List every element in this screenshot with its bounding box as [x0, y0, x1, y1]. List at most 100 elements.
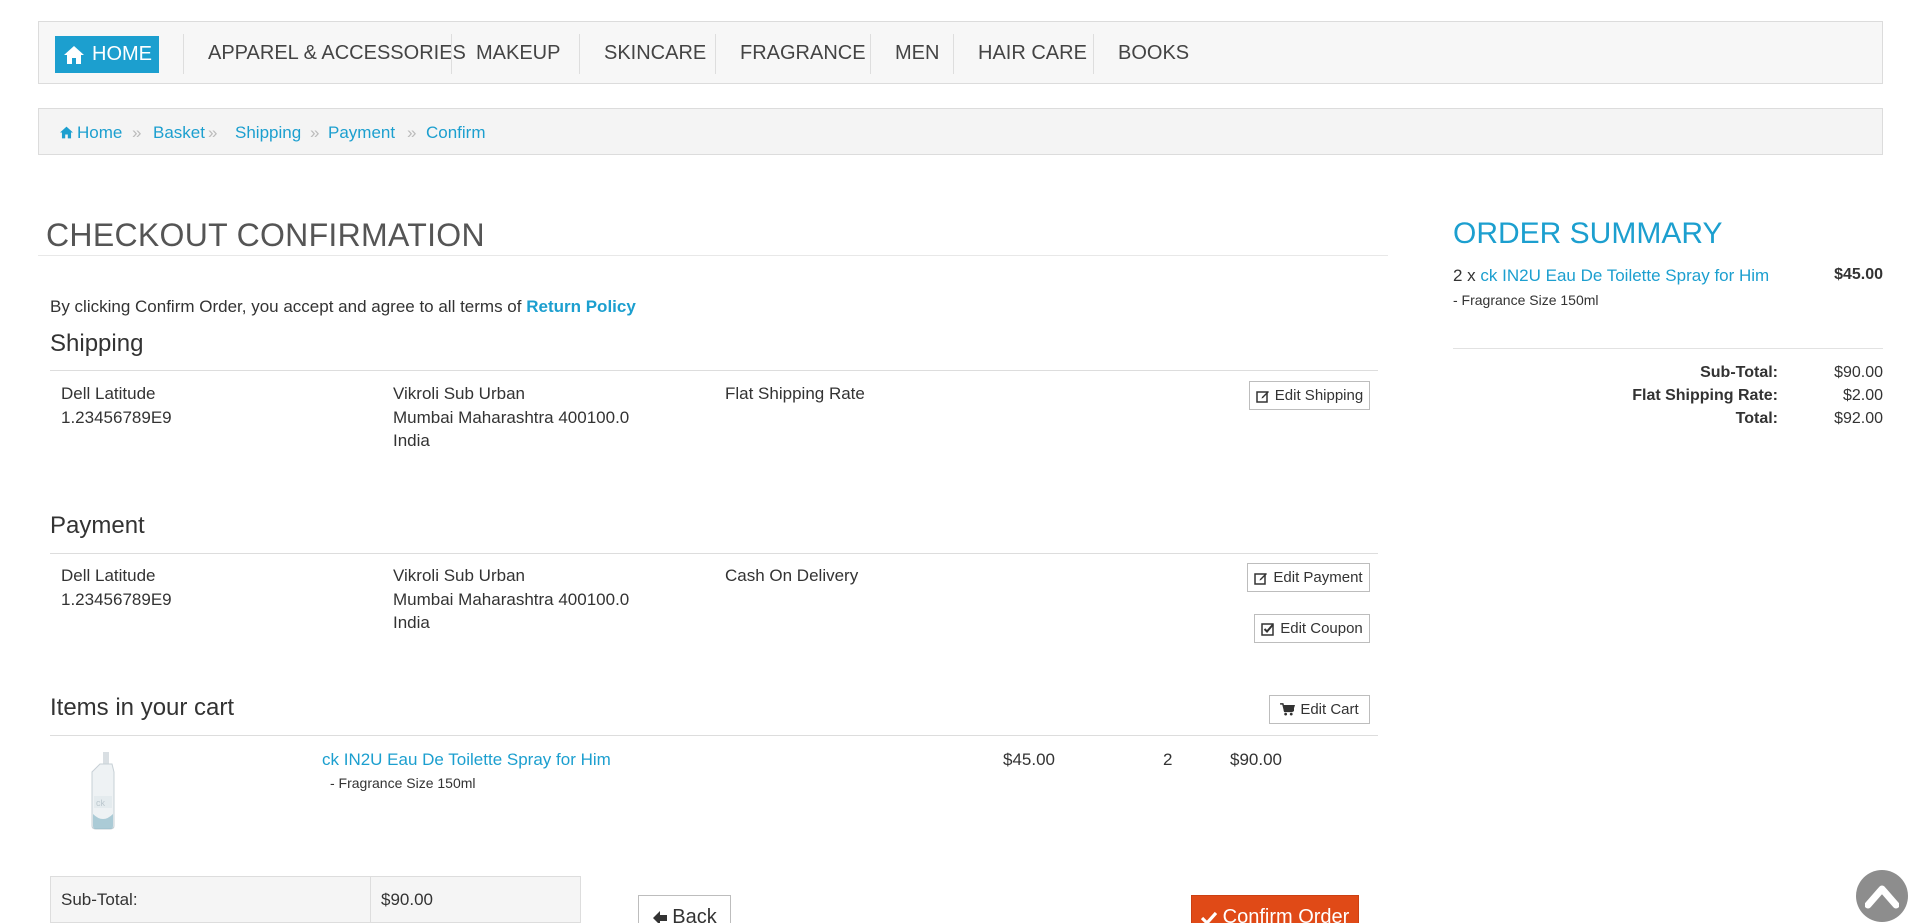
subtotal-value: $90.00: [370, 876, 581, 923]
back-button[interactable]: Back: [638, 895, 731, 923]
shipping-address-line2: Mumbai Maharashtra 400100.0: [393, 407, 630, 427]
nav-item-apparel[interactable]: APPAREL & ACCESSORIES: [208, 42, 466, 65]
edit-cart-button[interactable]: Edit Cart: [1269, 695, 1370, 724]
summary-item-option: - Fragrance Size 150ml: [1453, 292, 1599, 308]
breadcrumb-home[interactable]: Home: [77, 123, 122, 143]
edit-payment-label: Edit Payment: [1273, 569, 1363, 586]
summary-subtotal-label: Sub-Total:: [1700, 364, 1778, 381]
edit-icon: [1256, 390, 1269, 403]
divider: [50, 370, 1378, 371]
shipping-title: Shipping: [50, 330, 144, 357]
nav-home-button[interactable]: HOME: [55, 36, 159, 73]
payment-name: Dell Latitude: [61, 566, 156, 585]
home-icon: [64, 45, 84, 64]
home-icon: [60, 126, 73, 139]
cart-item-option: - Fragrance Size 150ml: [330, 775, 476, 791]
back-label: Back: [672, 906, 717, 923]
breadcrumb-payment[interactable]: Payment: [328, 123, 395, 143]
nav-item-men[interactable]: MEN: [895, 42, 939, 65]
breadcrumb-separator-icon: »: [407, 123, 417, 142]
summary-subtotal-value: $90.00: [1834, 364, 1883, 381]
payment-address-line1: Vikroli Sub Urban: [393, 566, 525, 585]
cart-item-qty: 2: [1163, 750, 1173, 769]
product-image[interactable]: ck: [90, 752, 130, 830]
table-row: Sub-Total: $90.00: [50, 876, 581, 923]
summary-shipping-value: $2.00: [1842, 387, 1883, 404]
payment-method: Cash On Delivery: [725, 566, 859, 585]
scroll-to-top-button[interactable]: [1856, 870, 1908, 922]
edit-shipping-label: Edit Shipping: [1274, 387, 1364, 404]
summary-item-name[interactable]: ck IN2U Eau De Toilette Spray for Him: [1480, 266, 1769, 285]
nav-item-makeup[interactable]: MAKEUP: [476, 42, 560, 65]
terms-message: By clicking Confirm Order, you accept an…: [50, 297, 522, 316]
nav-divider: [870, 34, 871, 74]
nav-divider: [183, 34, 184, 74]
divider: [50, 735, 1378, 736]
check-icon: [1200, 911, 1217, 923]
breadcrumb-basket[interactable]: Basket: [153, 123, 205, 143]
cart-title: Items in your cart: [50, 694, 235, 721]
divider: [50, 553, 1378, 554]
nav-divider: [1093, 34, 1094, 74]
terms-text: By clicking Confirm Order, you accept an…: [50, 297, 636, 317]
nav-item-skincare[interactable]: SKINCARE: [604, 42, 706, 65]
payment-address: Vikroli Sub Urban Mumbai Maharashtra 400…: [393, 564, 629, 635]
breadcrumb-separator-icon: »: [132, 123, 142, 142]
edit-icon: [1254, 572, 1268, 585]
breadcrumb-separator-icon: »: [208, 123, 218, 142]
main-nav: HOME APPAREL & ACCESSORIES MAKEUP SKINCA…: [38, 21, 1883, 84]
breadcrumb-confirm[interactable]: Confirm: [426, 123, 486, 143]
nav-item-fragrance[interactable]: FRAGRANCE: [740, 42, 866, 65]
nav-item-hair-care[interactable]: HAIR CARE: [978, 42, 1087, 65]
checkbox-icon: [1261, 622, 1274, 636]
shipping-contact: Dell Latitude 1.23456789E9: [61, 382, 172, 429]
nav-divider: [715, 34, 716, 74]
payment-country: India: [393, 613, 430, 632]
chevron-up-icon: [1865, 885, 1899, 909]
edit-shipping-button[interactable]: Edit Shipping: [1249, 381, 1370, 410]
summary-item-qty: 2 x: [1453, 266, 1476, 285]
edit-coupon-button[interactable]: Edit Coupon: [1254, 614, 1370, 643]
cart-item-name[interactable]: ck IN2U Eau De Toilette Spray for Him: [322, 748, 611, 772]
breadcrumb-separator-icon: »: [310, 123, 320, 142]
nav-divider: [579, 34, 580, 74]
divider: [1453, 348, 1883, 349]
summary-item-price: $45.00: [1834, 266, 1883, 283]
nav-divider: [953, 34, 954, 74]
summary-item: 2 x ck IN2U Eau De Toilette Spray for Hi…: [1453, 266, 1769, 286]
shipping-name: Dell Latitude: [61, 384, 156, 403]
summary-total-value: $92.00: [1834, 410, 1883, 427]
order-summary-title: ORDER SUMMARY: [1453, 217, 1723, 250]
confirm-order-label: Confirm Order: [1222, 906, 1350, 923]
shipping-phone: 1.23456789E9: [61, 407, 172, 427]
breadcrumb: Home » Basket » Shipping » Payment » Con…: [38, 108, 1883, 155]
page-title: CHECKOUT CONFIRMATION: [46, 217, 485, 253]
payment-phone: 1.23456789E9: [61, 589, 172, 609]
edit-coupon-label: Edit Coupon: [1280, 620, 1363, 637]
subtotal-label: Sub-Total:: [50, 876, 371, 923]
breadcrumb-shipping[interactable]: Shipping: [235, 123, 301, 143]
payment-title: Payment: [50, 512, 145, 539]
totals-table: Sub-Total: $90.00: [50, 876, 581, 923]
arrow-left-icon: [653, 910, 668, 923]
svg-text:ck: ck: [96, 798, 106, 808]
nav-divider: [451, 34, 452, 74]
nav-home-label: HOME: [92, 43, 152, 65]
cart-item-price: $45.00: [1003, 750, 1055, 769]
return-policy-link[interactable]: Return Policy: [526, 297, 636, 316]
payment-address-line2: Mumbai Maharashtra 400100.0: [393, 589, 630, 609]
cart-icon: [1280, 703, 1296, 716]
edit-payment-button[interactable]: Edit Payment: [1247, 563, 1370, 592]
shipping-address: Vikroli Sub Urban Mumbai Maharashtra 400…: [393, 382, 629, 453]
edit-cart-label: Edit Cart: [1300, 701, 1359, 718]
summary-shipping-label: Flat Shipping Rate:: [1632, 387, 1778, 404]
shipping-method: Flat Shipping Rate: [725, 384, 865, 403]
cart-item-total: $90.00: [1230, 750, 1282, 769]
shipping-country: India: [393, 431, 430, 450]
divider: [38, 255, 1388, 256]
shipping-address-line1: Vikroli Sub Urban: [393, 384, 525, 403]
nav-item-books[interactable]: BOOKS: [1118, 42, 1189, 65]
confirm-order-button[interactable]: Confirm Order: [1191, 895, 1359, 923]
payment-contact: Dell Latitude 1.23456789E9: [61, 564, 172, 611]
summary-total-label: Total:: [1735, 410, 1778, 427]
